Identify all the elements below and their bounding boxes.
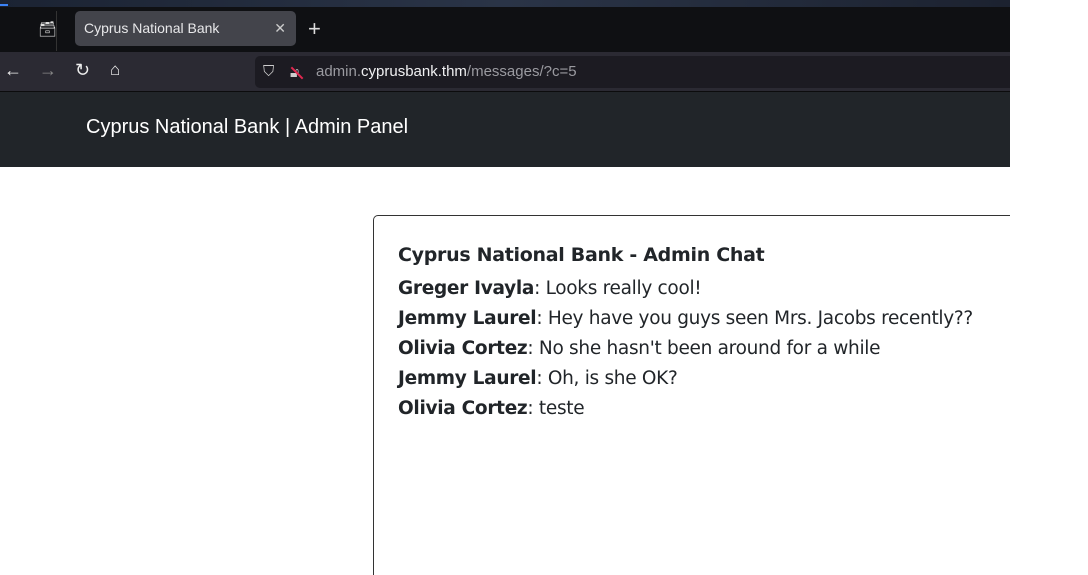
chat-message: Jemmy Laurel: Oh, is she OK?	[398, 364, 986, 394]
back-icon[interactable]: ←	[4, 60, 22, 81]
chat-message: Jemmy Laurel: Hey have you guys seen Mrs…	[398, 304, 986, 334]
navbar: Cyprus National Bank | Admin Panel	[0, 92, 1010, 167]
divider	[56, 11, 57, 51]
nav-toolbar: ← → ↻ ⌂ ⛉ 🔓︎ admin.cyprusbank.thm/messag…	[0, 52, 1010, 92]
browser-window: 🗃︎ Cyprus National Bank ✕ + ← → ↻ ⌂ ⛉ 🔓︎…	[0, 0, 1010, 575]
url-domain: cyprusbank.thm	[361, 63, 467, 80]
message-text: : No she hasn't been around for a while	[527, 338, 881, 359]
message-author: Jemmy Laurel	[398, 308, 537, 329]
message-author: Olivia Cortez	[398, 398, 528, 419]
message-text: : Oh, is she OK?	[536, 368, 678, 389]
chat-title: Cyprus National Bank - Admin Chat	[398, 244, 765, 266]
close-tab-icon[interactable]: ✕	[274, 11, 286, 46]
navbar-brand[interactable]: Cyprus National Bank | Admin Panel	[86, 116, 408, 139]
tab-groups-icon[interactable]: 🗃︎	[38, 20, 57, 38]
chat-message: Greger Ivayla: Looks really cool!	[398, 274, 986, 304]
message-author: Olivia Cortez	[398, 338, 528, 359]
insecure-lock-icon[interactable]: 🔓︎	[290, 56, 299, 88]
message-text: : teste	[527, 398, 585, 419]
message-text: : Hey have you guys seen Mrs. Jacobs rec…	[536, 308, 973, 329]
url-prefix: admin.	[316, 63, 362, 80]
new-tab-icon[interactable]: +	[308, 14, 321, 44]
shield-icon[interactable]: ⛉	[263, 56, 274, 88]
chat-message: Olivia Cortez: teste	[398, 394, 986, 424]
url-path: /messages/?c=5	[466, 63, 577, 80]
chat-message: Olivia Cortez: No she hasn't been around…	[398, 334, 986, 364]
tab-cyprus-national-bank[interactable]: Cyprus National Bank ✕	[75, 11, 296, 46]
address-bar[interactable]: ⛉ 🔓︎ admin.cyprusbank.thm/messages/?c=5	[255, 56, 1010, 88]
forward-icon[interactable]: →	[39, 60, 57, 81]
tab-bar: 🗃︎ Cyprus National Bank ✕ +	[0, 7, 1010, 52]
message-author: Greger Ivayla	[398, 278, 535, 299]
home-icon[interactable]: ⌂	[110, 60, 120, 80]
message-text: : Looks really cool!	[534, 278, 702, 299]
message-author: Jemmy Laurel	[398, 368, 537, 389]
reload-icon[interactable]: ↻	[75, 60, 90, 81]
chat-card: Cyprus National Bank - Admin Chat Greger…	[373, 215, 1010, 575]
tab-title: Cyprus National Bank	[84, 20, 220, 36]
desktop-background	[0, 0, 1010, 7]
